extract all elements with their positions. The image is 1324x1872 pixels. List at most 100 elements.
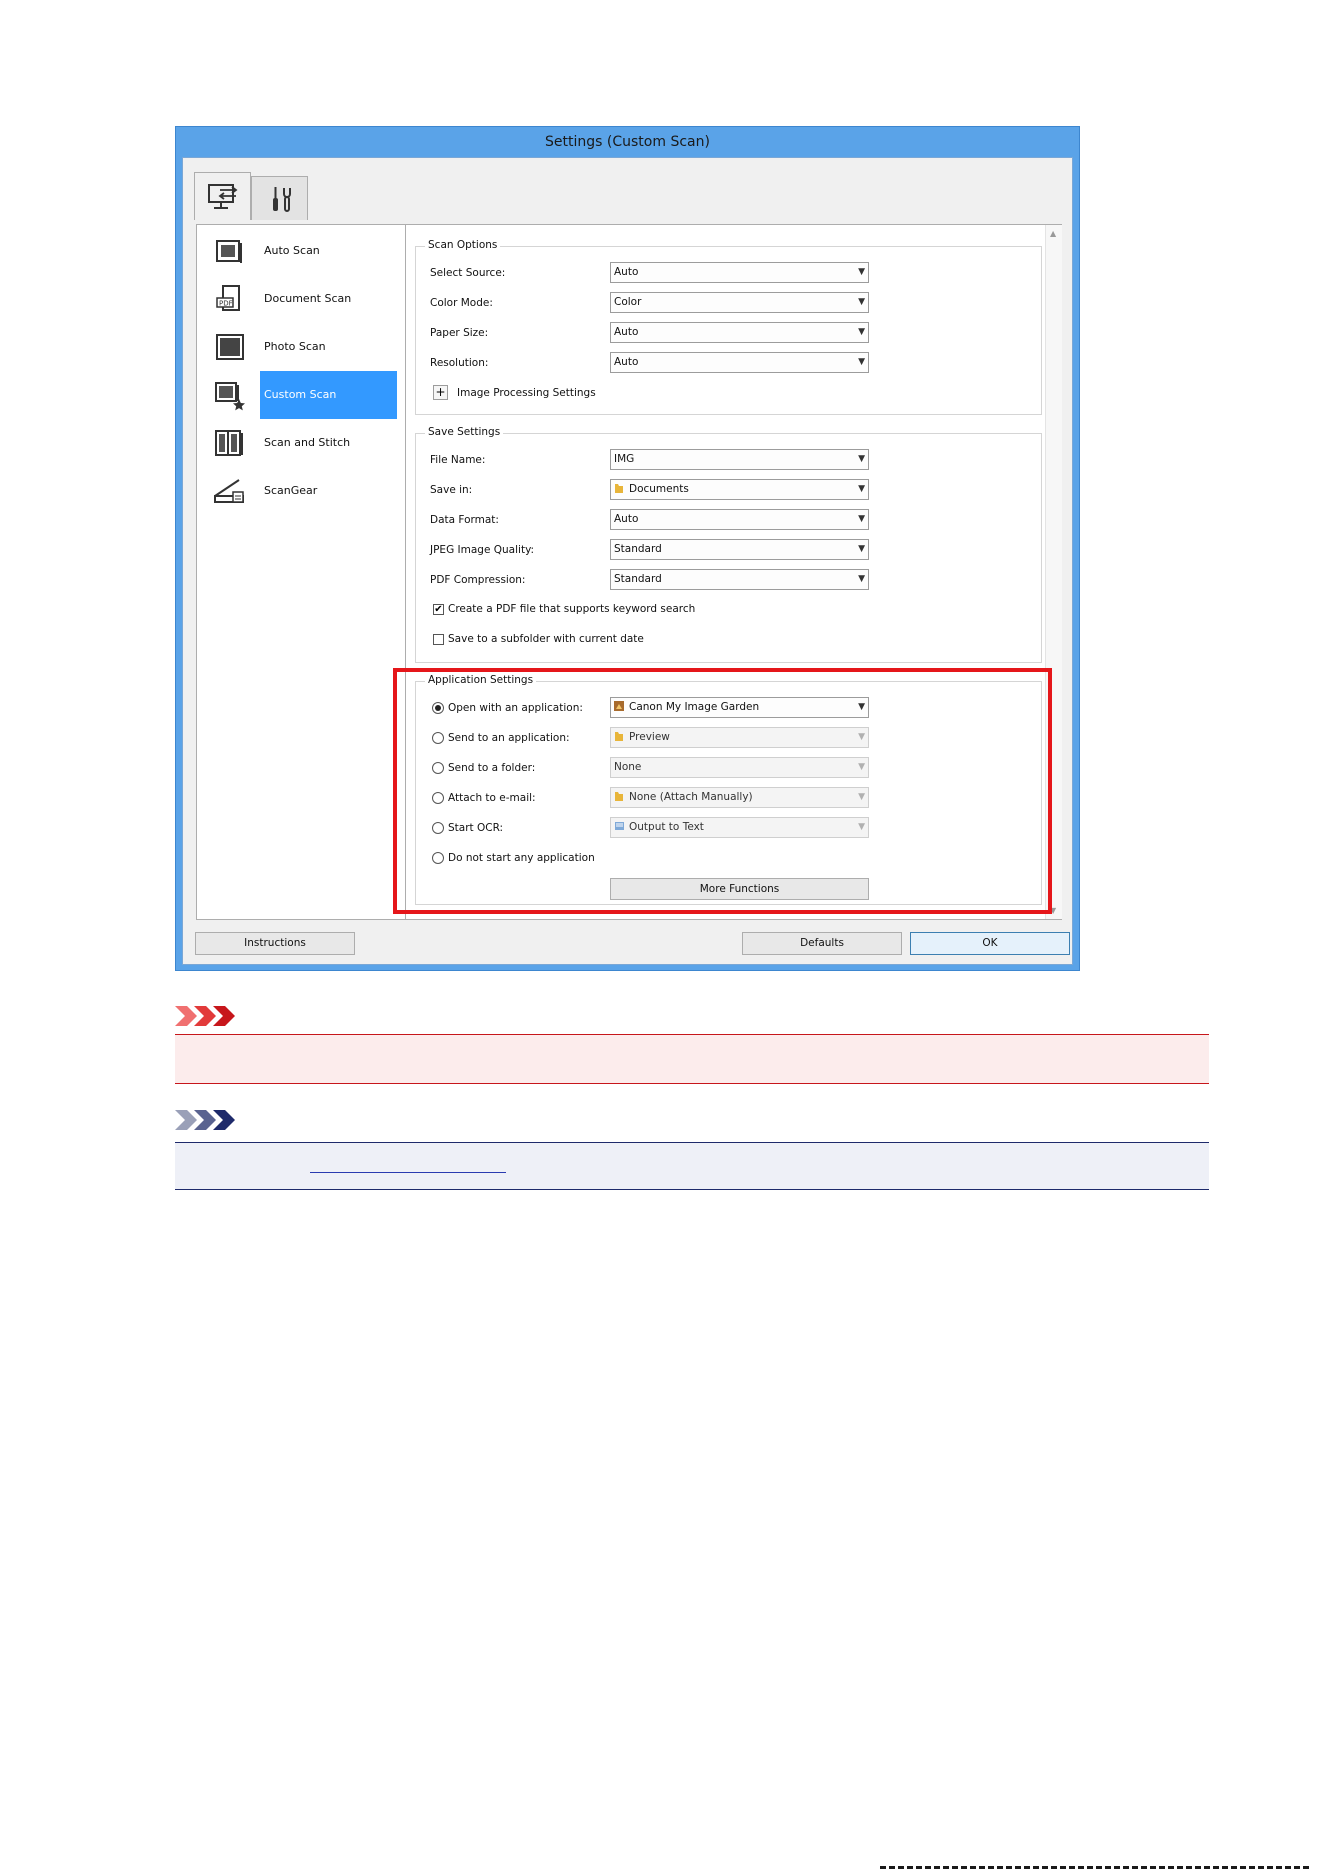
select-value: Standard — [614, 573, 662, 585]
no-app-label: Do not start any application — [448, 852, 595, 864]
keyword-search-label: Create a PDF file that supports keyword … — [448, 603, 696, 615]
select-value: Documents — [629, 483, 689, 495]
sidebar-item-document-scan[interactable]: PDF Document Scan — [197, 275, 405, 323]
scan-type-list: Auto Scan PDF Document Scan Photo Scan C… — [196, 224, 406, 920]
data-format-dropdown[interactable]: Auto ▼ — [610, 509, 869, 530]
group-title: Scan Options — [425, 239, 501, 251]
document-scan-icon: PDF — [213, 282, 247, 316]
start-ocr-label: Start OCR: — [448, 822, 504, 834]
select-value: None (Attach Manually) — [629, 791, 753, 803]
attach-email-radio[interactable] — [432, 792, 444, 804]
dialog-client-area: Auto Scan PDF Document Scan Photo Scan C… — [182, 157, 1073, 965]
send-to-folder-dropdown[interactable]: None ▼ — [610, 757, 869, 778]
send-to-folder-label: Send to a folder: — [448, 762, 536, 774]
send-to-app-radio[interactable] — [432, 732, 444, 744]
send-to-app-dropdown[interactable]: Preview ▼ — [610, 727, 869, 748]
important-notice-box — [175, 1034, 1209, 1084]
scan-options-group: Scan Options Select Source: Auto ▼ Color … — [415, 239, 1042, 415]
sidebar-item-label: Photo Scan — [264, 340, 326, 353]
chevron-down-icon: ▼ — [858, 484, 865, 494]
sidebar-item-label: Document Scan — [264, 292, 352, 305]
sidebar-item-custom-scan[interactable]: Custom Scan — [197, 371, 405, 419]
chevron-down-icon: ▼ — [858, 762, 865, 772]
window-title: Settings (Custom Scan) — [545, 134, 710, 150]
scan-to-pc-icon — [207, 183, 237, 209]
send-to-folder-radio[interactable] — [432, 762, 444, 774]
tab-scan-from-computer[interactable] — [194, 172, 251, 220]
no-app-radio[interactable] — [432, 852, 444, 864]
sidebar-item-label: Scan and Stitch — [264, 436, 351, 449]
chevron-down-icon: ▼ — [858, 544, 865, 554]
svg-text:PDF: PDF — [219, 300, 233, 308]
start-ocr-radio[interactable] — [432, 822, 444, 834]
group-title: Application Settings — [425, 674, 537, 686]
chevron-down-icon: ▼ — [858, 267, 865, 277]
data-format-label: Data Format: — [430, 514, 499, 526]
tab-general-settings[interactable] — [251, 176, 308, 220]
chevron-down-icon: ▼ — [858, 702, 865, 712]
color-mode-dropdown[interactable]: Color ▼ — [610, 292, 869, 313]
sidebar-item-label: Auto Scan — [264, 244, 320, 257]
application-settings-group: Application Settings Open with an applic… — [415, 674, 1042, 905]
scangear-icon — [213, 474, 247, 508]
jpeg-quality-label: JPEG Image Quality: — [430, 544, 535, 556]
chevron-down-icon: ▼ — [858, 357, 865, 367]
image-processing-label: Image Processing Settings — [457, 387, 596, 399]
subfolder-label: Save to a subfolder with current date — [448, 633, 644, 645]
note-link-underline[interactable] — [310, 1172, 506, 1173]
scroll-down-icon[interactable]: ▼ — [1050, 906, 1056, 915]
subfolder-checkbox[interactable] — [433, 634, 444, 645]
save-settings-group: Save Settings File Name: IMG ▼ Save in: D… — [415, 426, 1042, 663]
defaults-button[interactable]: Defaults — [742, 932, 902, 955]
attach-email-label: Attach to e-mail: — [448, 792, 536, 804]
folder-icon — [614, 790, 624, 802]
ok-button[interactable]: OK — [910, 932, 1070, 955]
attach-email-dropdown[interactable]: None (Attach Manually) ▼ — [610, 787, 869, 808]
open-with-app-dropdown[interactable]: Canon My Image Garden ▼ — [610, 697, 869, 718]
pdf-compression-label: PDF Compression: — [430, 574, 526, 586]
chevron-down-icon: ▼ — [858, 297, 865, 307]
sidebar-item-label: ScanGear — [264, 484, 318, 497]
sidebar-item-scan-and-stitch[interactable]: Scan and Stitch — [197, 419, 405, 467]
pdf-compression-dropdown[interactable]: Standard ▼ — [610, 569, 869, 590]
select-value: Auto — [614, 356, 639, 368]
important-arrows-icon — [175, 1006, 237, 1026]
scroll-up-icon[interactable]: ▲ — [1050, 229, 1056, 238]
resolution-dropdown[interactable]: Auto ▼ — [610, 352, 869, 373]
paper-size-dropdown[interactable]: Auto ▼ — [610, 322, 869, 343]
tools-icon — [272, 186, 291, 212]
keyword-search-checkbox[interactable]: ✔ — [433, 604, 444, 615]
chevron-down-icon: ▼ — [858, 732, 865, 742]
sidebar-item-photo-scan[interactable]: Photo Scan — [197, 323, 405, 371]
save-in-dropdown[interactable]: Documents ▼ — [610, 479, 869, 500]
ocr-icon — [614, 820, 624, 832]
open-with-app-label: Open with an application: — [448, 702, 583, 714]
start-ocr-dropdown[interactable]: Output to Text ▼ — [610, 817, 869, 838]
chevron-down-icon: ▼ — [858, 454, 865, 464]
select-value: Color — [614, 296, 642, 308]
paper-size-label: Paper Size: — [430, 327, 489, 339]
vertical-scrollbar[interactable]: ▲ ▼ — [1045, 225, 1062, 919]
open-with-app-radio[interactable] — [432, 702, 444, 714]
page-footer-line — [880, 1866, 1310, 1869]
chevron-down-icon: ▼ — [858, 514, 865, 524]
expand-image-processing-button[interactable]: + — [433, 385, 448, 400]
folder-icon — [614, 730, 624, 742]
more-functions-button[interactable]: More Functions — [610, 878, 869, 900]
chevron-down-icon: ▼ — [858, 574, 865, 584]
sidebar-item-auto-scan[interactable]: Auto Scan — [197, 227, 405, 275]
save-in-label: Save in: — [430, 484, 473, 496]
file-name-label: File Name: — [430, 454, 486, 466]
select-value: Canon My Image Garden — [629, 701, 760, 713]
chevron-down-icon: ▼ — [858, 327, 865, 337]
jpeg-quality-dropdown[interactable]: Standard ▼ — [610, 539, 869, 560]
note-notice-box — [175, 1142, 1209, 1190]
scan-and-stitch-icon — [213, 426, 247, 460]
select-source-dropdown[interactable]: Auto ▼ — [610, 262, 869, 283]
group-title: Save Settings — [425, 426, 504, 438]
auto-scan-icon — [213, 234, 247, 268]
file-name-combobox[interactable]: IMG ▼ — [610, 449, 869, 470]
instructions-button[interactable]: Instructions — [195, 932, 355, 955]
sidebar-item-scangear[interactable]: ScanGear — [197, 467, 405, 515]
note-arrows-icon — [175, 1110, 237, 1130]
